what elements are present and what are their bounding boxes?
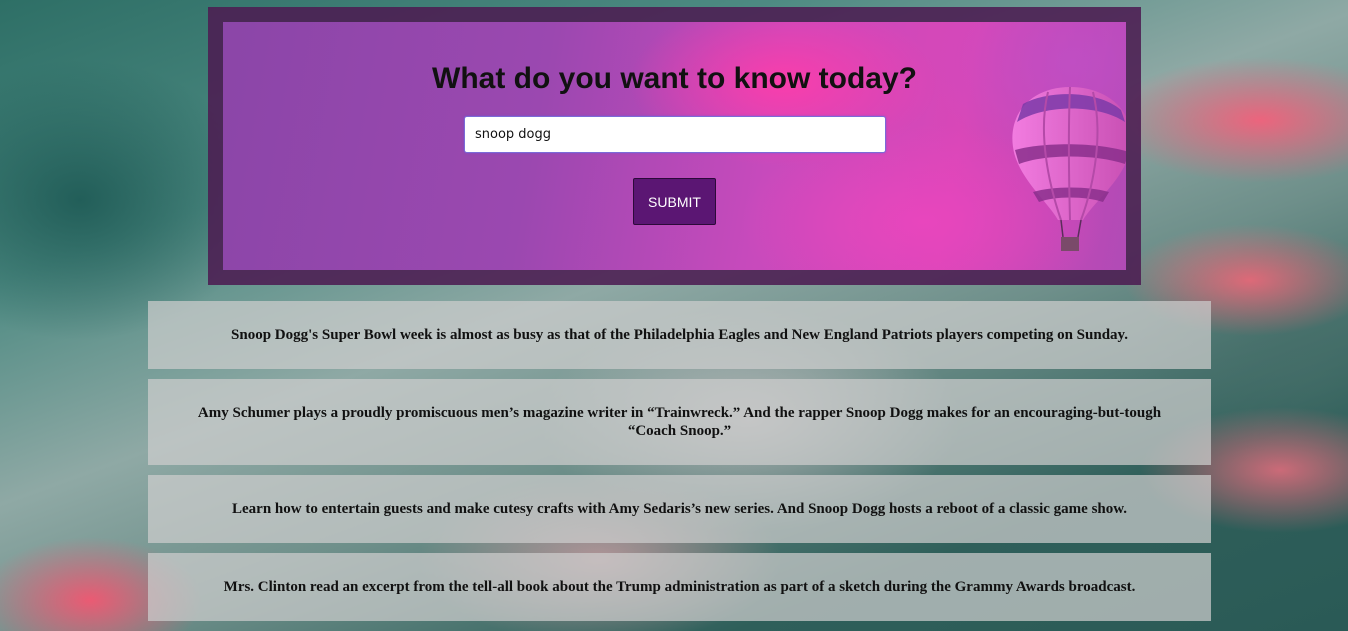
page-title: What do you want to know today? (432, 62, 917, 95)
list-item[interactable]: Snoop Dogg's Super Bowl week is almost a… (148, 301, 1211, 369)
search-hero-frame: What do you want to know today? SUBMIT (208, 7, 1141, 285)
search-input[interactable] (464, 116, 886, 153)
list-item[interactable]: Learn how to entertain guests and make c… (148, 475, 1211, 543)
list-item[interactable]: Amy Schumer plays a proudly promiscuous … (148, 379, 1211, 465)
search-hero: What do you want to know today? SUBMIT (223, 22, 1126, 270)
result-text: Snoop Dogg's Super Bowl week is almost a… (231, 327, 1128, 343)
result-text: Mrs. Clinton read an excerpt from the te… (223, 579, 1136, 595)
result-text: Learn how to entertain guests and make c… (232, 501, 1127, 517)
result-text: Amy Schumer plays a proudly promiscuous … (197, 405, 1162, 439)
hot-air-balloon-icon (1012, 86, 1126, 251)
submit-button[interactable]: SUBMIT (633, 178, 716, 225)
results-list: Snoop Dogg's Super Bowl week is almost a… (148, 301, 1211, 631)
list-item[interactable]: Mrs. Clinton read an excerpt from the te… (148, 553, 1211, 621)
